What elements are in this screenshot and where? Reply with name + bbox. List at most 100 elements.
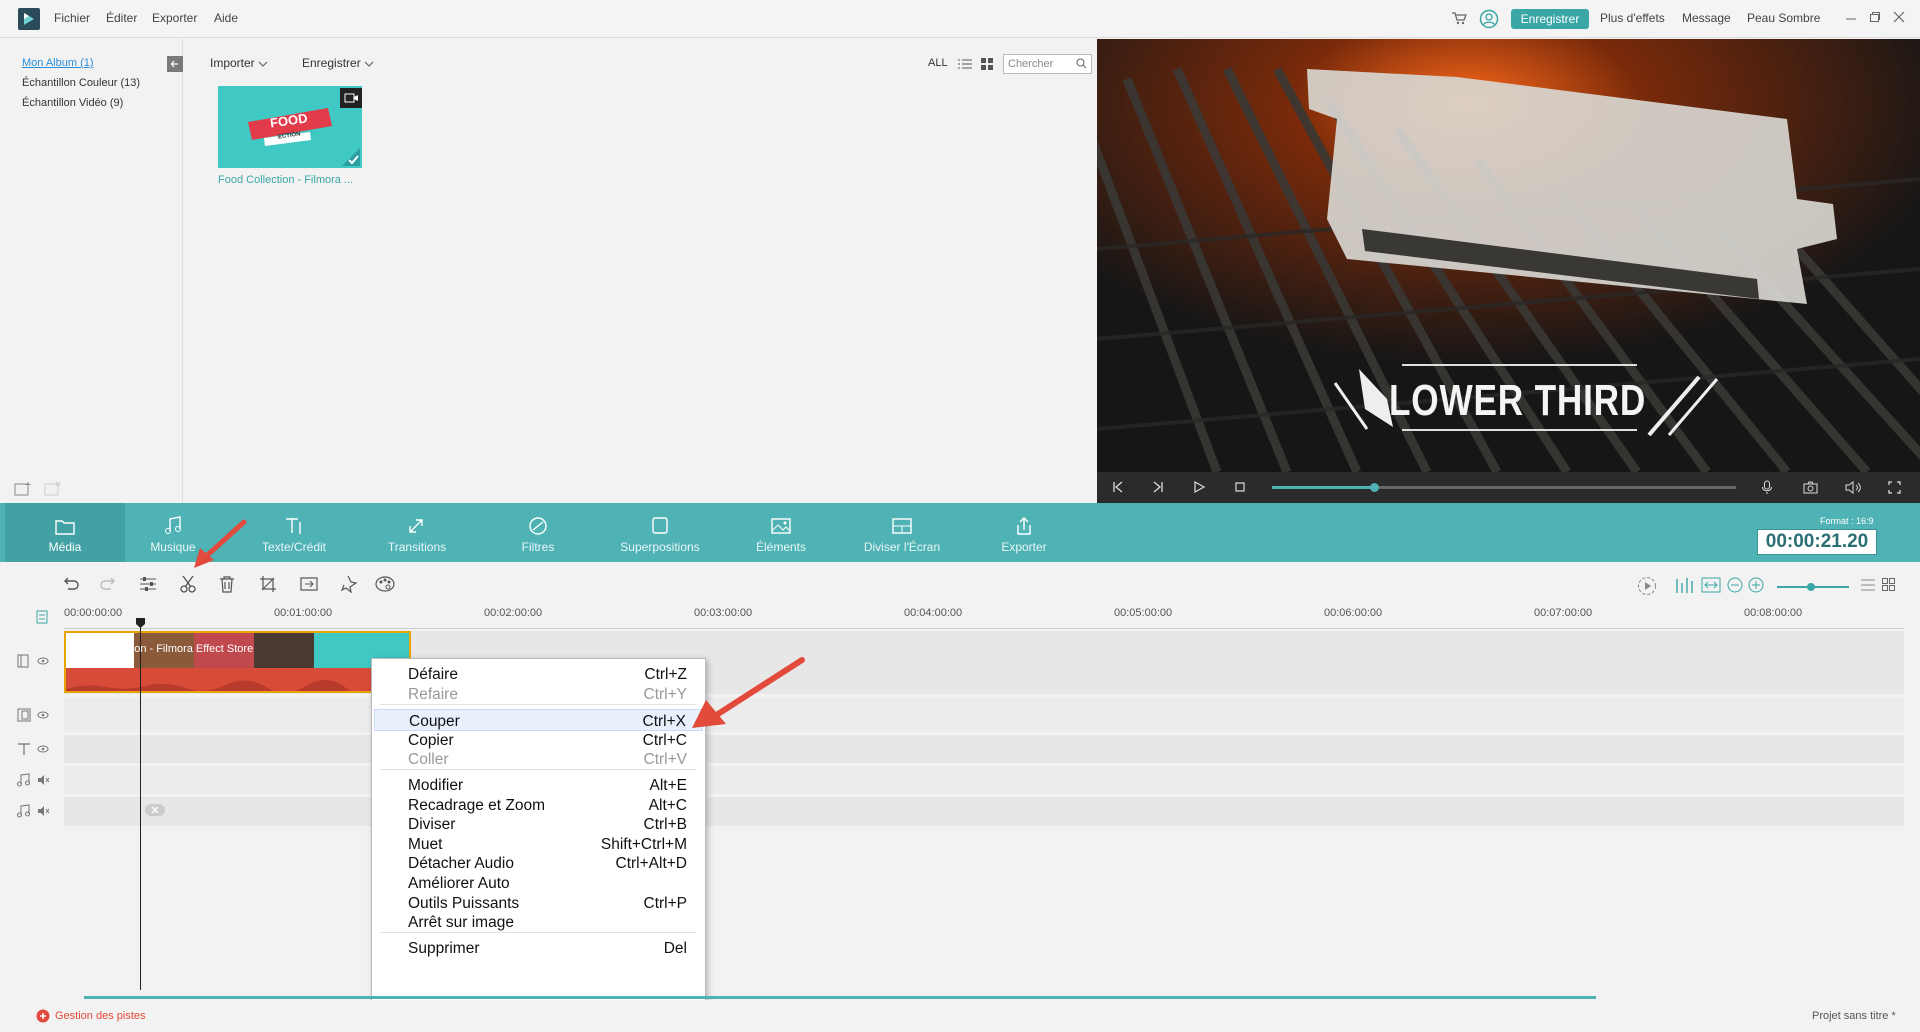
preview-caption: LOWER THIRD [1389, 376, 1647, 425]
album-item-mon-album[interactable]: Mon Album (1) [22, 57, 94, 69]
ruler-tick-label: 00:04:00:00 [904, 607, 963, 619]
zoom-slider-knob[interactable] [1807, 583, 1815, 591]
ruler-tick-label: 00:08:00:00 [1744, 607, 1803, 619]
playback-progress-bar[interactable] [1272, 483, 1736, 492]
menu-item-modifier[interactable]: Modifier Alt+E [374, 774, 703, 796]
checkmark-icon [342, 148, 360, 166]
clip-title: Food Collection - Filmora Effect Store [70, 643, 254, 655]
menu-item-défaire[interactable]: Défaire Ctrl+Z [374, 663, 703, 685]
album-item-video[interactable]: Échantillon Vidéo (9) [22, 97, 123, 109]
search-input[interactable]: Chercher [1003, 54, 1092, 74]
zoom-out-icon[interactable] [1727, 577, 1743, 593]
title-bar: Fichier Éditer Exporter Aide Enregistrer… [0, 0, 1920, 38]
menu-item-label: Défaire [408, 666, 458, 683]
video-clip[interactable]: Food Collection - Filmora Effect Store [64, 631, 411, 693]
album-item-couleur[interactable]: Échantillon Couleur (13) [22, 77, 140, 89]
message-link[interactable]: Message [1682, 11, 1731, 25]
tab-elements[interactable]: Éléments [721, 503, 841, 562]
render-preview-icon[interactable] [1637, 576, 1657, 596]
adjust-icon[interactable] [139, 576, 157, 592]
fit-timeline-icon[interactable] [1701, 577, 1721, 593]
microphone-icon[interactable] [1761, 480, 1773, 495]
annotation-arrow-cut [194, 519, 247, 568]
speed-icon[interactable] [299, 575, 319, 593]
next-frame-icon[interactable] [1152, 481, 1164, 493]
maximize-icon[interactable] [1869, 11, 1881, 23]
menu-item-label: Améliorer Auto [408, 875, 510, 892]
menu-item-arrêt-sur-image[interactable]: Arrêt sur image [374, 911, 703, 933]
tab-split-screen[interactable]: Diviser l'Écran [842, 503, 962, 562]
ruler-tick-label: 00:01:00:00 [274, 607, 333, 619]
list-view-icon[interactable] [1861, 579, 1875, 591]
menu-item-diviser[interactable]: Diviser Ctrl+B [374, 813, 703, 835]
crop-icon[interactable] [259, 575, 277, 593]
search-icon[interactable] [1076, 58, 1087, 69]
grid-view-icon[interactable] [1882, 578, 1895, 591]
register-button[interactable]: Enregistrer [1511, 9, 1589, 29]
playback-scrubber[interactable] [1370, 483, 1380, 492]
undo-icon[interactable] [62, 576, 80, 592]
prev-frame-icon[interactable] [1112, 481, 1124, 493]
color-palette-icon[interactable] [375, 575, 395, 593]
delete-icon[interactable] [219, 575, 235, 593]
add-track-icon[interactable] [36, 610, 48, 624]
import-dropdown[interactable]: Importer [210, 56, 268, 70]
clip-audio-waveform [66, 677, 409, 691]
collapse-panel-button[interactable] [167, 56, 183, 72]
zoom-slider[interactable] [1777, 583, 1849, 591]
menu-item-label: Détacher Audio [408, 855, 514, 872]
menu-item-détacher-audio[interactable]: Détacher Audio Ctrl+Alt+D [374, 852, 703, 874]
music-note-icon [165, 516, 181, 534]
split-screen-icon [892, 518, 912, 534]
zoom-in-icon[interactable] [1748, 577, 1764, 593]
delete-folder-icon [44, 481, 62, 497]
more-effects-link[interactable]: Plus d'effets [1600, 11, 1665, 25]
dark-skin-link[interactable]: Peau Sombre [1747, 11, 1820, 25]
manage-tracks-link[interactable]: Gestion des pistes [55, 1010, 146, 1022]
add-folder-icon[interactable] [14, 481, 32, 497]
account-icon[interactable] [1479, 9, 1499, 29]
add-circle-icon[interactable] [36, 1009, 50, 1023]
media-thumbnail[interactable]: FOOD ECTION [218, 86, 362, 168]
preview-viewer: LOWER THIRD [1097, 39, 1920, 472]
menu-item-améliorer-auto[interactable]: Améliorer Auto [374, 872, 703, 894]
menu-item-label: Coller [408, 751, 449, 768]
menu-item-couper[interactable]: Couper Ctrl+X [374, 709, 703, 731]
close-icon[interactable] [1893, 11, 1905, 23]
pip-track [64, 697, 1904, 732]
freeze-frame-icon[interactable] [339, 575, 357, 593]
redo-icon [99, 576, 117, 592]
list-view-icon[interactable] [958, 58, 972, 70]
play-icon[interactable] [1193, 481, 1205, 493]
tab-export[interactable]: Exporter [964, 503, 1084, 562]
cut-icon[interactable] [179, 575, 197, 593]
record-dropdown[interactable]: Enregistrer [302, 56, 374, 70]
snapshot-icon[interactable] [1803, 481, 1818, 494]
tab-overlays[interactable]: Superpositions [600, 503, 720, 562]
menu-editer[interactable]: Éditer [106, 11, 137, 25]
timeline-ruler[interactable]: 00:00:00:00 00:01:00:00 00:02:00:00 00:03:0… [64, 603, 1904, 629]
tab-text-credit[interactable]: Texte/Crédit [234, 503, 354, 562]
minimize-icon[interactable] [1845, 12, 1857, 24]
menu-aide[interactable]: Aide [214, 11, 238, 25]
stop-icon[interactable] [1234, 481, 1246, 493]
tab-media[interactable]: Média [5, 503, 125, 562]
tab-transitions[interactable]: Transitions [357, 503, 477, 562]
fullscreen-icon[interactable] [1888, 481, 1901, 494]
filter-all-button[interactable]: ALL [928, 57, 948, 69]
volume-icon[interactable] [1845, 481, 1861, 494]
menu-fichier[interactable]: Fichier [54, 11, 90, 25]
timeline-scrollbar[interactable] [84, 996, 1596, 999]
audio-mixer-icon[interactable] [1675, 576, 1695, 594]
menu-exporter[interactable]: Exporter [152, 11, 197, 25]
text-track [64, 735, 1904, 763]
playhead[interactable] [136, 618, 145, 990]
tab-filters[interactable]: Filtres [478, 503, 598, 562]
grid-view-icon[interactable] [981, 58, 993, 70]
thumbnail-label[interactable]: Food Collection - Filmora ... [218, 174, 368, 186]
cart-icon[interactable] [1451, 11, 1467, 25]
filter-icon [529, 517, 547, 535]
audio-clip-marker[interactable] [145, 804, 165, 816]
video-type-icon [340, 88, 362, 108]
menu-item-supprimer[interactable]: Supprimer Del [374, 937, 703, 959]
